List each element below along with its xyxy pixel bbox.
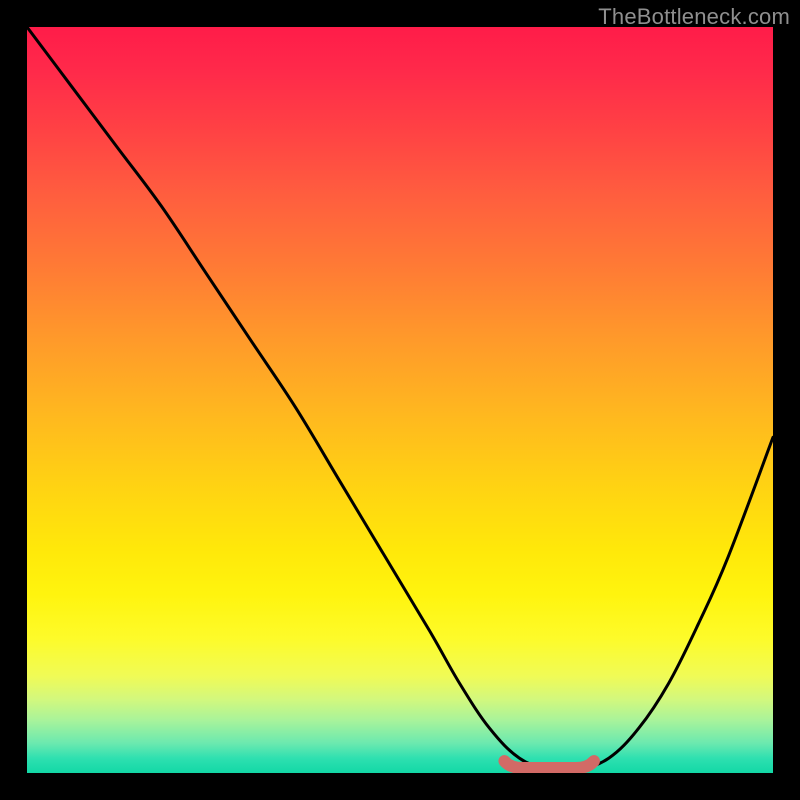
plot-area — [27, 27, 773, 773]
watermark-text: TheBottleneck.com — [598, 4, 790, 30]
curve-path — [27, 27, 773, 771]
trough-accent-segment — [504, 761, 594, 768]
chart-frame: TheBottleneck.com — [0, 0, 800, 800]
bottleneck-curve — [27, 27, 773, 773]
